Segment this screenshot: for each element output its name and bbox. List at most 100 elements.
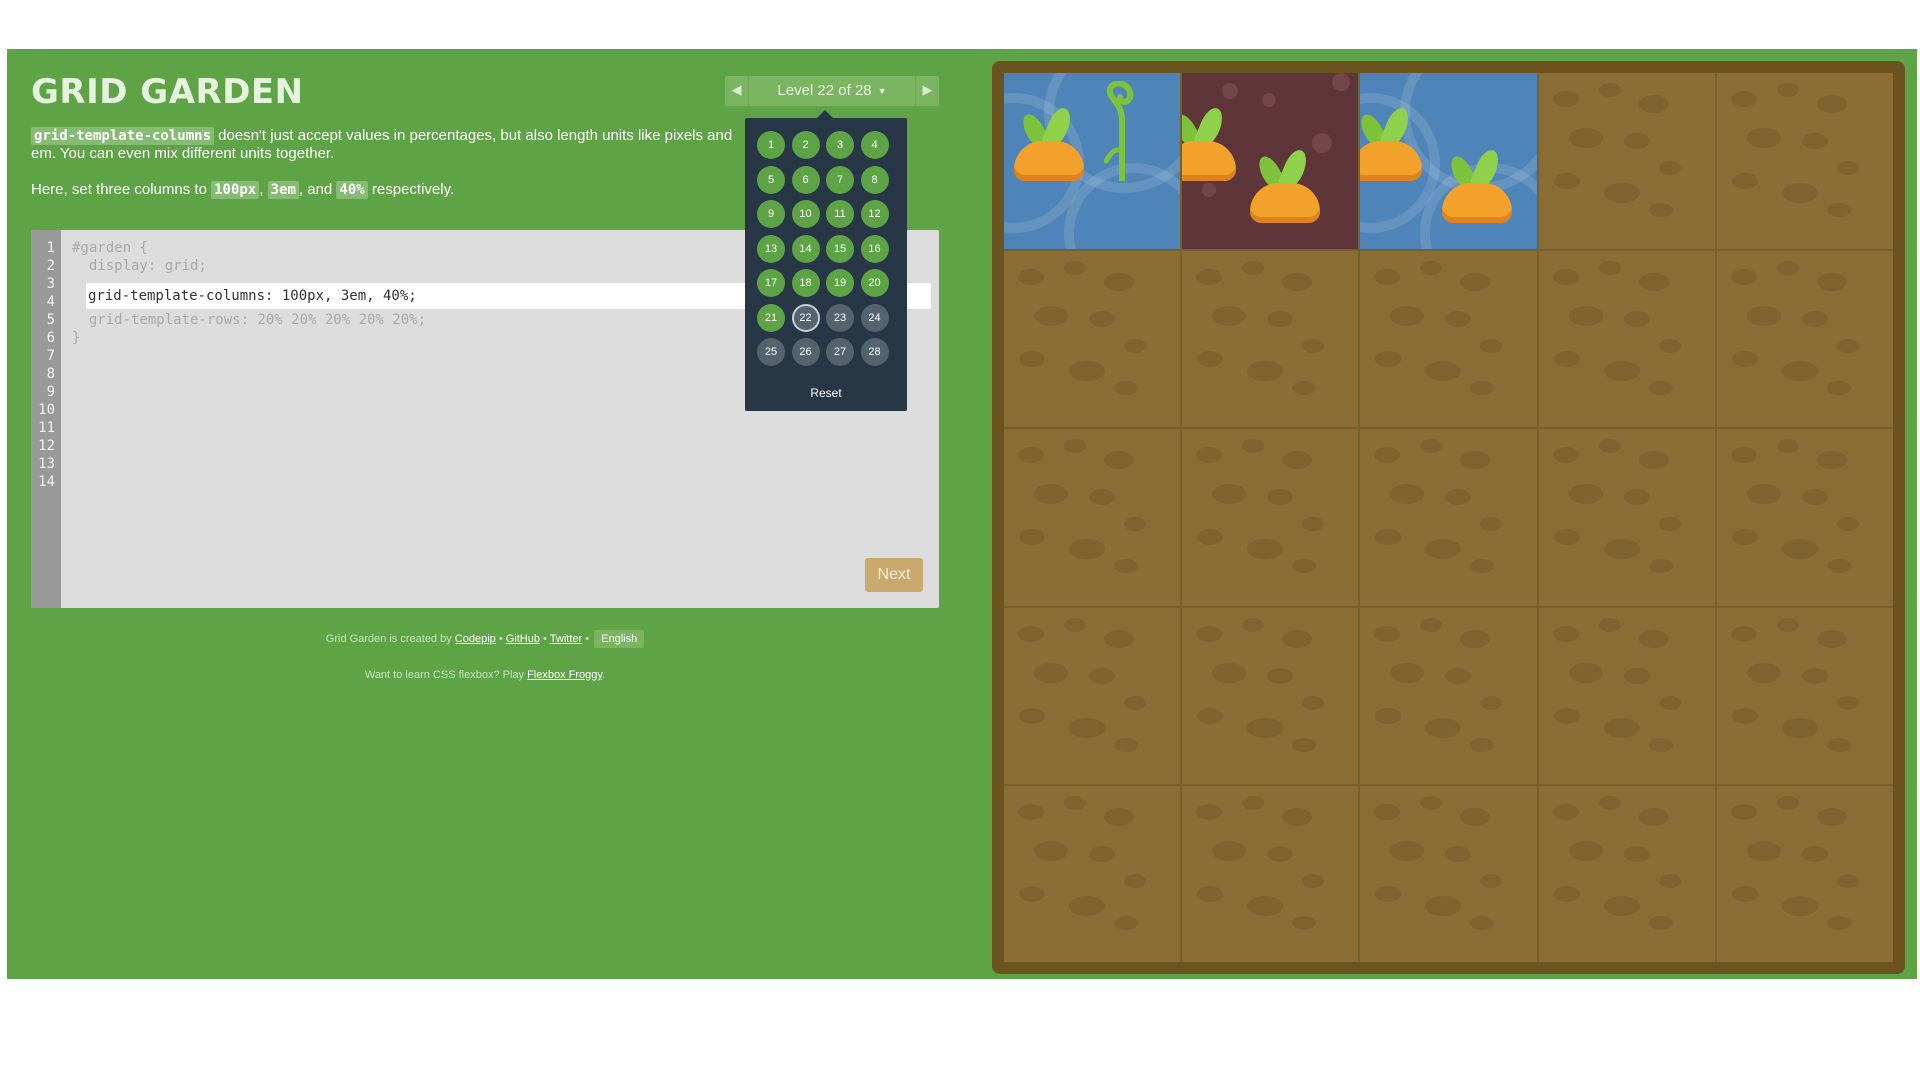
- soil-pebble: [1390, 484, 1425, 505]
- level-navigation: ◀ Level 22 of 28 ▼ ▶: [725, 76, 939, 106]
- level-button-18[interactable]: 18: [791, 269, 820, 297]
- soil-pebble: [1638, 629, 1669, 648]
- soil-pebble: [1069, 895, 1105, 916]
- soil-pebble: [1826, 203, 1851, 217]
- level-button-17[interactable]: 17: [757, 269, 785, 297]
- level-button-10[interactable]: 10: [791, 200, 820, 228]
- soil-pebble: [1374, 447, 1401, 464]
- garden-cell: [1360, 785, 1537, 962]
- level-button-20[interactable]: 20: [860, 269, 889, 297]
- level-button-27[interactable]: 27: [826, 338, 854, 366]
- bullet-separator: •: [495, 633, 506, 645]
- level-button-4[interactable]: 4: [860, 131, 889, 159]
- next-level-button[interactable]: ▶: [915, 76, 939, 106]
- level-button-26[interactable]: 26: [791, 338, 820, 366]
- codepip-link[interactable]: Codepip: [455, 633, 496, 645]
- garden-cell: [1716, 607, 1893, 784]
- soil-pebble: [1826, 915, 1851, 930]
- code-line: display: grid;: [72, 258, 207, 274]
- soil-pebble: [1445, 667, 1472, 684]
- garden-cell: [1004, 607, 1181, 784]
- level-button-5[interactable]: 5: [757, 165, 785, 194]
- page-title: GRID GARDEN: [31, 72, 304, 112]
- garden-cell: [1004, 73, 1181, 250]
- soil-pebble: [1019, 885, 1045, 902]
- garden-cell: [1716, 251, 1893, 428]
- flexbox-froggy-link[interactable]: Flexbox Froggy: [527, 669, 602, 681]
- level-button-7[interactable]: 7: [826, 165, 854, 194]
- soil-pebble: [1018, 269, 1044, 286]
- line-number: 4: [46, 294, 55, 310]
- soil-pebble: [1292, 915, 1317, 930]
- soil-pebble: [1816, 273, 1847, 292]
- soil-pebble: [1460, 451, 1491, 470]
- soil-pebble: [1648, 559, 1673, 574]
- level-button-24[interactable]: 24: [860, 303, 889, 332]
- garden-cell: [1360, 607, 1537, 784]
- level-button-28[interactable]: 28: [860, 338, 889, 366]
- line-number: 2: [46, 258, 55, 274]
- level-button-12[interactable]: 12: [860, 200, 889, 228]
- reset-button[interactable]: Reset: [745, 386, 907, 400]
- soil-pebble: [1420, 617, 1443, 632]
- line-number: 6: [46, 330, 55, 346]
- garden-frame: [992, 61, 1905, 974]
- level-button-8[interactable]: 8: [860, 165, 889, 194]
- line-number: 12: [38, 438, 55, 454]
- soil-pebble: [1420, 795, 1443, 810]
- twitter-link[interactable]: Twitter: [550, 633, 582, 645]
- soil-pebble: [1445, 489, 1472, 506]
- soil-pebble: [1638, 273, 1669, 292]
- instructions-paragraph-2: Here, set three columns to 100px, 3em, a…: [31, 181, 454, 199]
- level-button-22[interactable]: 22: [791, 303, 820, 332]
- level-button-16[interactable]: 16: [860, 234, 889, 263]
- soil-pebble: [1776, 261, 1799, 276]
- soil-pebble: [1018, 447, 1044, 464]
- garden-cell: [1182, 607, 1359, 784]
- next-button[interactable]: Next: [865, 558, 923, 592]
- github-link[interactable]: GitHub: [506, 633, 540, 645]
- soil-pebble: [1034, 662, 1068, 683]
- soil-pebble: [1375, 707, 1402, 724]
- soil-pebble: [1658, 339, 1681, 354]
- garden-cell: [1538, 785, 1715, 962]
- soil-pebble: [1425, 717, 1462, 738]
- soil-pebble: [1242, 261, 1265, 276]
- language-select-button[interactable]: English: [594, 630, 645, 648]
- soil-pebble: [1648, 737, 1673, 752]
- soil-pebble: [1568, 662, 1603, 683]
- level-button-6[interactable]: 6: [791, 165, 820, 194]
- previous-level-button[interactable]: ◀: [725, 76, 749, 106]
- level-button-21[interactable]: 21: [757, 303, 785, 332]
- level-button-11[interactable]: 11: [826, 200, 854, 228]
- soil-pebble: [1390, 662, 1425, 683]
- soil-pebble: [1267, 489, 1294, 506]
- level-button-3[interactable]: 3: [826, 131, 854, 159]
- level-button-1[interactable]: 1: [757, 131, 785, 159]
- soil-pebble: [1658, 695, 1681, 710]
- soil-pebble: [1197, 529, 1224, 546]
- level-button-13[interactable]: 13: [757, 234, 785, 263]
- soil-pebble: [1282, 451, 1313, 470]
- level-button-25[interactable]: 25: [757, 338, 785, 366]
- level-button-14[interactable]: 14: [791, 234, 820, 263]
- soil-pebble: [1552, 269, 1579, 286]
- level-button-2[interactable]: 2: [791, 131, 820, 159]
- level-button-9[interactable]: 9: [757, 200, 785, 228]
- soil-pebble: [1282, 273, 1313, 292]
- line-number: 10: [38, 402, 55, 418]
- soil-pebble: [1019, 707, 1045, 724]
- soil-pebble: [1302, 695, 1325, 710]
- soil-pebble: [1247, 717, 1284, 738]
- level-button-23[interactable]: 23: [826, 303, 854, 332]
- level-button-15[interactable]: 15: [826, 234, 854, 263]
- soil-pebble: [1212, 840, 1247, 861]
- soil-pebble: [1390, 840, 1425, 861]
- garden-cell: [1182, 251, 1359, 428]
- footer-text: Want to learn CSS flexbox? Play: [364, 669, 528, 681]
- level-button-19[interactable]: 19: [826, 269, 854, 297]
- garden-cell: [1538, 607, 1715, 784]
- soil-pebble: [1480, 873, 1503, 888]
- level-indicator-button[interactable]: Level 22 of 28 ▼: [749, 76, 915, 106]
- carrot-part: [1250, 183, 1321, 223]
